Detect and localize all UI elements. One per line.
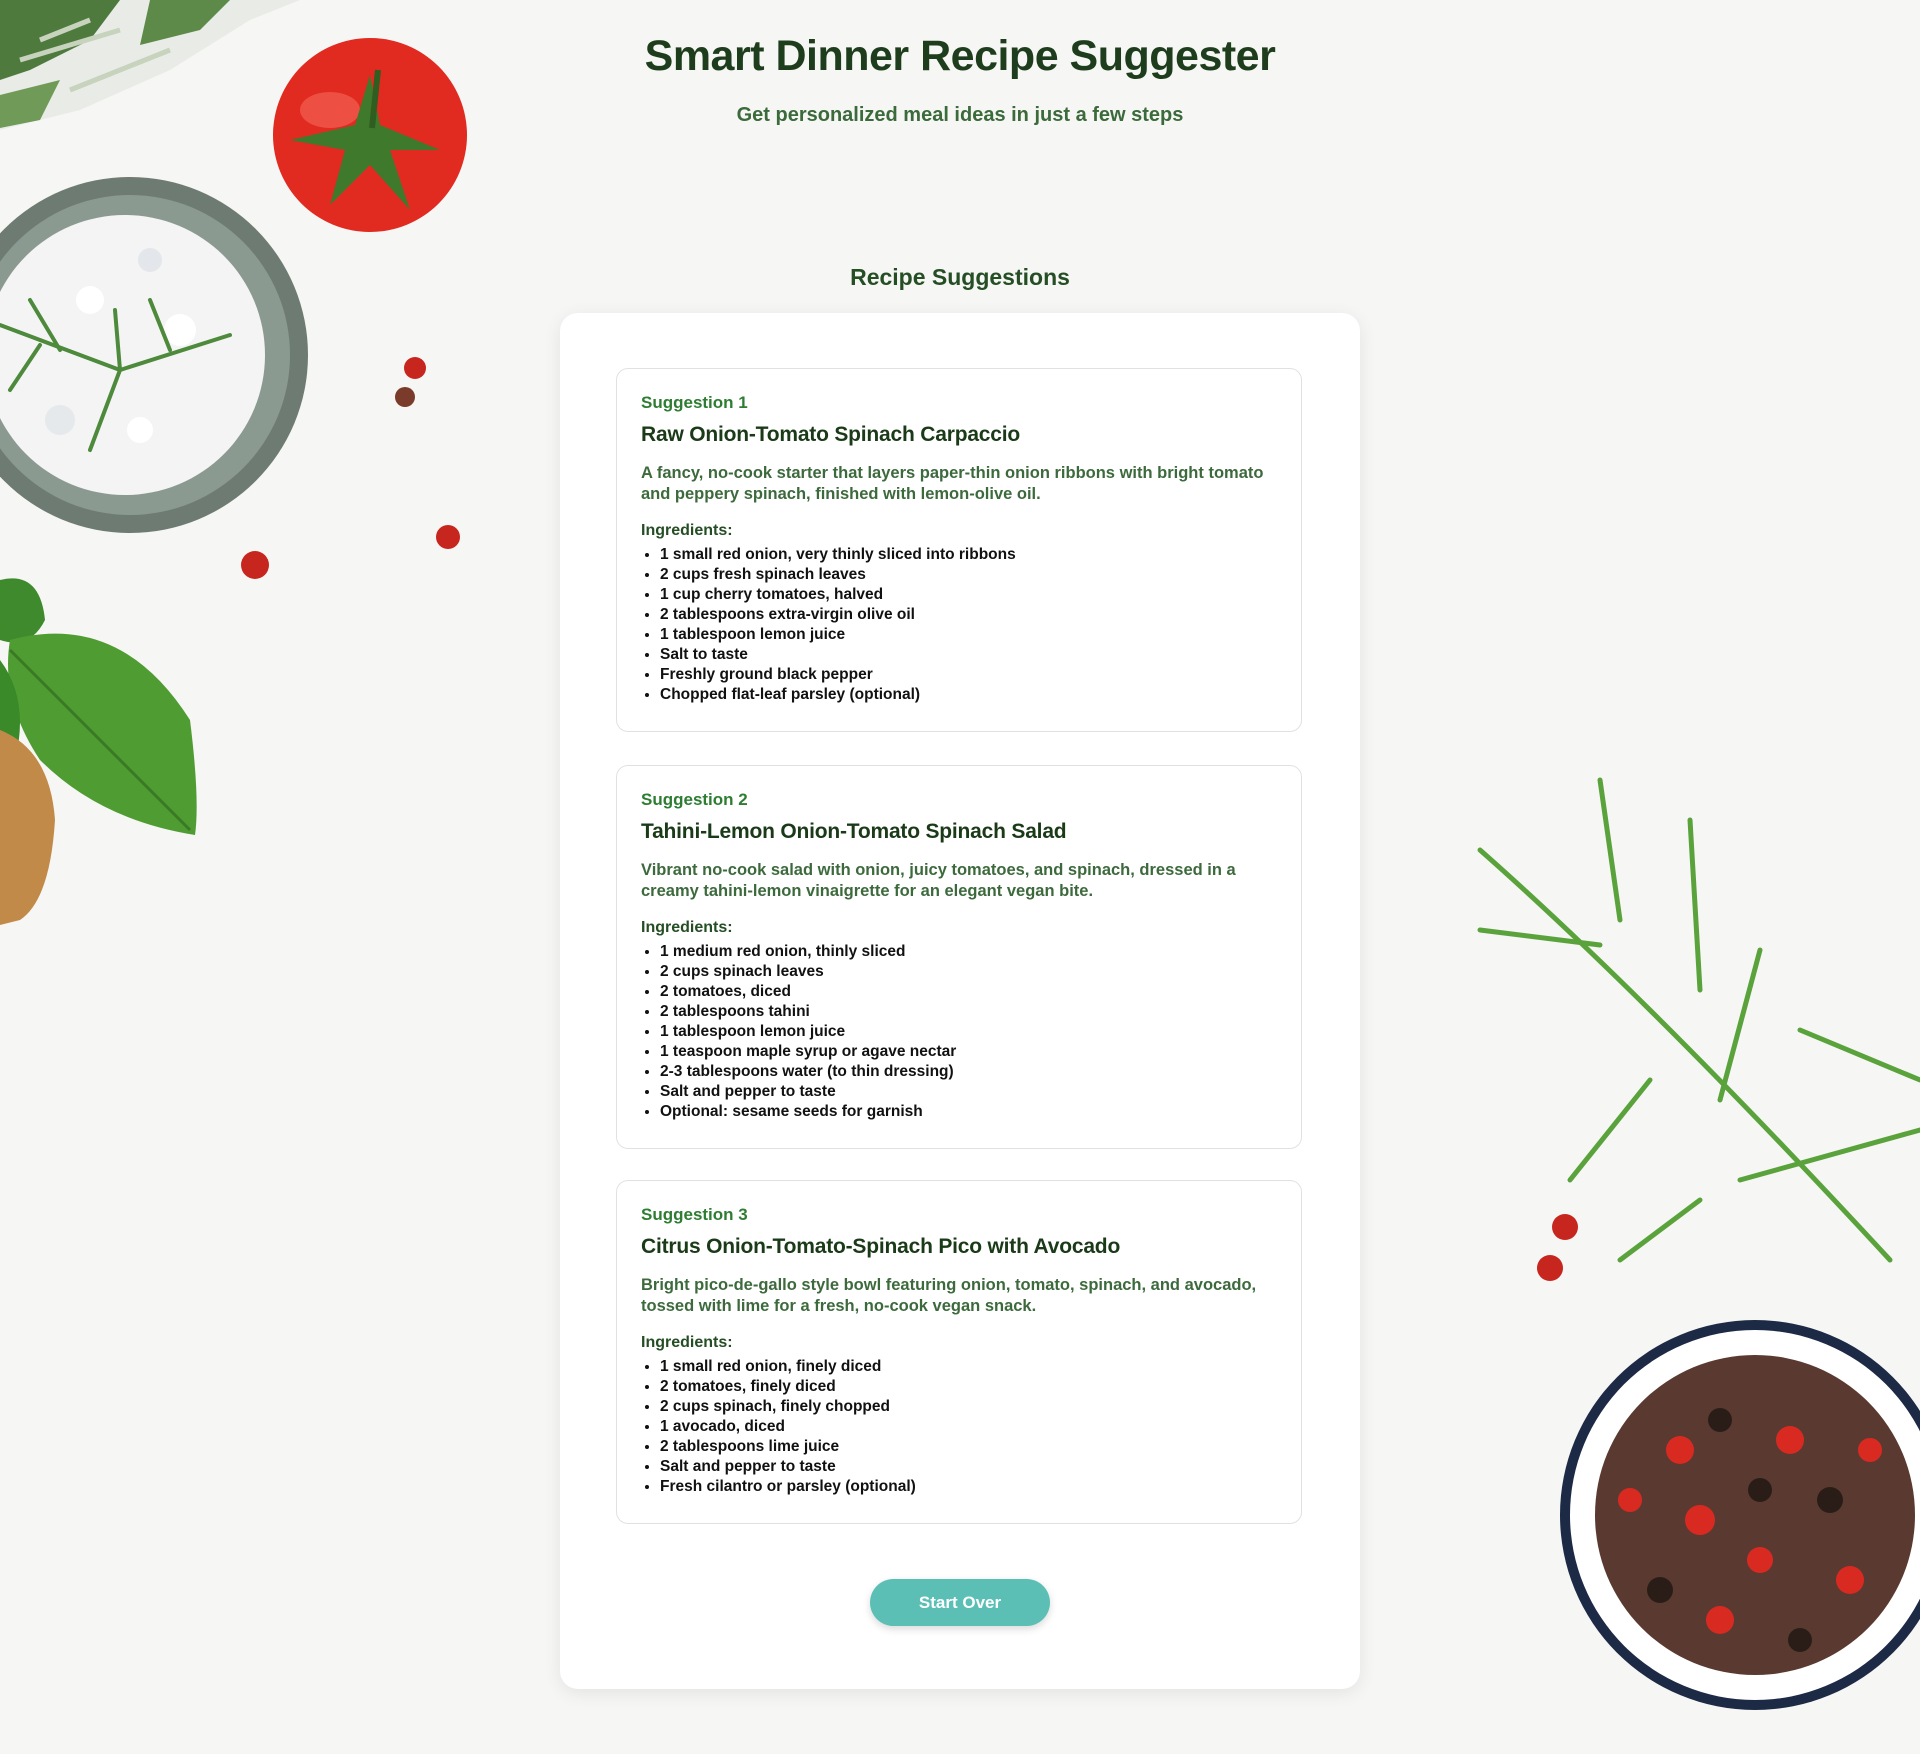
ingredient-item: 2 tomatoes, finely diced [660,1377,1277,1397]
ingredient-item: 1 medium red onion, thinly sliced [660,942,1277,962]
ingredient-item: 2 tablespoons extra-virgin olive oil [660,605,1277,625]
ingredient-item: 1 tablespoon lemon juice [660,625,1277,645]
ingredient-item: 2 cups spinach, finely chopped [660,1397,1277,1417]
ingredient-item: 1 avocado, diced [660,1417,1277,1437]
suggestion-card-3: Suggestion 3 Citrus Onion-Tomato-Spinach… [616,1180,1302,1524]
suggestion-label: Suggestion 3 [641,1205,748,1224]
ingredient-item: 2 cups spinach leaves [660,962,1277,982]
ingredients-list: 1 small red onion, very thinly sliced in… [641,545,1277,705]
ingredient-item: Salt to taste [660,645,1277,665]
ingredient-item: 2-3 tablespoons water (to thin dressing) [660,1062,1277,1082]
start-over-button[interactable]: Start Over [870,1579,1050,1626]
ingredient-item: Chopped flat-leaf parsley (optional) [660,685,1277,705]
ingredient-item: 2 tomatoes, diced [660,982,1277,1002]
ingredients-list: 1 small red onion, finely diced 2 tomato… [641,1357,1277,1497]
recipe-description: Bright pico-de-gallo style bowl featurin… [641,1276,1257,1315]
suggestions-panel: Suggestion 1 Raw Onion-Tomato Spinach Ca… [560,313,1360,1689]
ingredients-label: Ingredients: [641,1334,733,1351]
recipe-title: Tahini-Lemon Onion-Tomato Spinach Salad [641,820,1067,843]
ingredients-label: Ingredients: [641,919,733,936]
ingredient-item: 2 tablespoons lime juice [660,1437,1277,1457]
page-header: Smart Dinner Recipe Suggester Get person… [0,0,1920,127]
ingredient-item: Fresh cilantro or parsley (optional) [660,1477,1277,1497]
section-title: Recipe Suggestions [850,264,1070,290]
ingredient-item: 1 cup cherry tomatoes, halved [660,585,1277,605]
ingredient-item: Freshly ground black pepper [660,665,1277,685]
ingredient-item: Salt and pepper to taste [660,1082,1277,1102]
ingredient-item: 1 small red onion, very thinly sliced in… [660,545,1277,565]
page-title: Smart Dinner Recipe Suggester [644,32,1276,80]
ingredient-item: 1 small red onion, finely diced [660,1357,1277,1377]
ingredient-item: Optional: sesame seeds for garnish [660,1102,1277,1122]
ingredient-item: 2 tablespoons tahini [660,1002,1277,1022]
ingredient-item: 2 cups fresh spinach leaves [660,565,1277,585]
page-subtitle: Get personalized meal ideas in just a fe… [736,104,1184,126]
suggestion-label: Suggestion 1 [641,393,748,412]
ingredient-item: Salt and pepper to taste [660,1457,1277,1477]
ingredient-item: 1 tablespoon lemon juice [660,1022,1277,1042]
ingredients-label: Ingredients: [641,522,733,539]
recipe-description: A fancy, no-cook starter that layers pap… [641,464,1264,503]
recipe-title: Raw Onion-Tomato Spinach Carpaccio [641,423,1021,446]
ingredients-list: 1 medium red onion, thinly sliced 2 cups… [641,942,1277,1122]
recipe-description: Vibrant no-cook salad with onion, juicy … [641,861,1236,900]
ingredient-item: 1 teaspoon maple syrup or agave nectar [660,1042,1277,1062]
suggestion-label: Suggestion 2 [641,790,748,809]
suggestion-card-1: Suggestion 1 Raw Onion-Tomato Spinach Ca… [616,368,1302,732]
recipe-title: Citrus Onion-Tomato-Spinach Pico with Av… [641,1235,1121,1258]
suggestion-card-2: Suggestion 2 Tahini-Lemon Onion-Tomato S… [616,765,1302,1149]
